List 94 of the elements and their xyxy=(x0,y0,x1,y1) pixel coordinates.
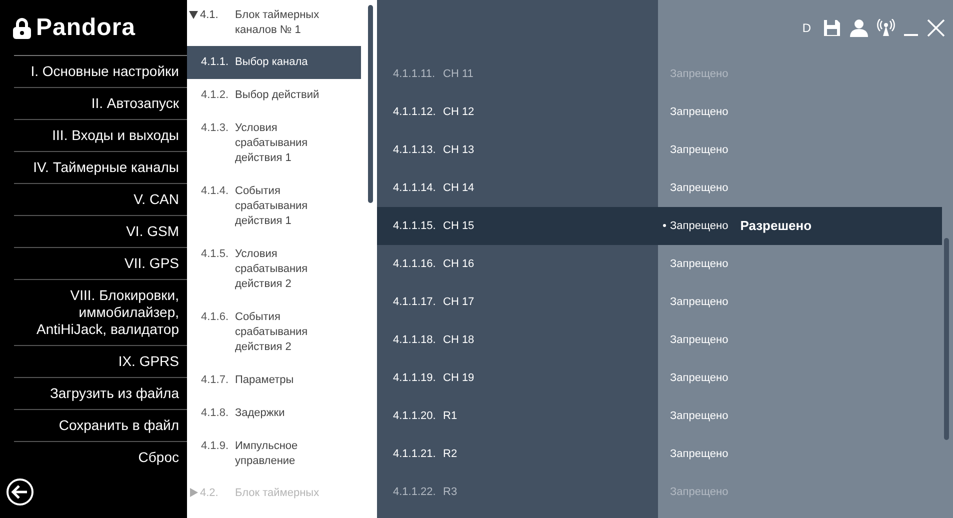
scrollbar[interactable] xyxy=(944,238,949,440)
channel-value: Запрещено xyxy=(670,66,728,82)
channel-name: CH 11 xyxy=(443,66,474,82)
tree-item-label: Импульсное управление xyxy=(235,439,299,469)
tree-item-label: Условия срабатывания действия 1 xyxy=(235,121,309,166)
channel-number: 4.1.1.14. xyxy=(393,180,437,196)
tree-node-number: 4.2. xyxy=(200,486,218,501)
tree-item[interactable]: 4.1.8. Задержки xyxy=(187,397,361,430)
channel-number: 4.1.1.15. xyxy=(393,218,437,234)
channel-row[interactable]: 4.1.1.20. R1 Запрещено xyxy=(377,397,942,435)
channel-row[interactable]: 4.1.1.22. R3 Запрещено xyxy=(377,473,942,511)
antenna-icon[interactable] xyxy=(877,18,895,36)
channel-name: CH 16 xyxy=(443,256,476,272)
tree-item[interactable]: 4.1.6. События срабатывания действия 2 xyxy=(187,301,361,364)
channel-value: Запрещено xyxy=(670,180,728,196)
tree-item[interactable]: 4.1.3. Условия срабатывания действия 1 xyxy=(187,112,361,175)
close-icon[interactable] xyxy=(927,18,945,36)
tree-item-number: 4.1.5. xyxy=(201,247,230,262)
tree-node-label: Блок таймерных каналов № 1 xyxy=(235,8,320,38)
channel-value: Запрещено xyxy=(670,370,728,386)
channel-row[interactable]: 4.1.1.14. CH 14 Запрещено xyxy=(377,169,942,207)
tree-item-label: Выбор действий xyxy=(235,88,320,103)
channel-value: Запрещено xyxy=(670,142,728,158)
tree-item-number: 4.1.3. xyxy=(201,121,230,136)
tree-item[interactable]: 4.1.9. Импульсное управление xyxy=(187,430,361,478)
channel-number: 4.1.1.21. xyxy=(393,446,437,462)
channel-number: 4.1.1.11. xyxy=(393,66,436,82)
channel-name: R1 xyxy=(443,408,458,424)
tree-item-number: 4.1.9. xyxy=(201,439,230,454)
channel-number: 4.1.1.12. xyxy=(393,104,437,120)
mode-indicator: D xyxy=(802,20,811,36)
scrollbar[interactable] xyxy=(368,5,373,203)
back-icon[interactable] xyxy=(6,478,34,506)
tree-node[interactable]: 4.1. Блок таймерных каналов № 1 xyxy=(187,0,361,46)
channel-number: 4.1.1.19. xyxy=(393,370,437,386)
channel-number: 4.1.1.13. xyxy=(393,142,437,158)
channel-number: 4.1.1.22. xyxy=(393,484,437,500)
tree-item[interactable]: 4.1.7. Параметры xyxy=(187,364,361,397)
expanded-icon[interactable] xyxy=(189,10,198,19)
channel-row[interactable]: 4.1.1.15. CH 15 Запрещено Разрешено xyxy=(377,207,942,245)
channel-row[interactable]: 4.1.1.16. CH 16 Запрещено xyxy=(377,245,942,283)
user-icon[interactable] xyxy=(849,18,869,36)
value-option[interactable]: Разрешено xyxy=(740,216,812,236)
tree-item[interactable]: 4.1.1. Выбор канала xyxy=(187,46,361,79)
channel-name: CH 15 xyxy=(443,218,476,234)
channel-name: R2 xyxy=(443,446,458,462)
channel-name: CH 12 xyxy=(443,104,476,120)
brand-logo: Pandora xyxy=(36,12,136,42)
channel-row[interactable]: 4.1.1.21. R2 Запрещено xyxy=(377,435,942,473)
channel-value: Запрещено xyxy=(670,332,728,348)
tree-node-label: Блок таймерных xyxy=(235,486,320,501)
bullet-icon xyxy=(662,224,666,228)
channel-value: Запрещено xyxy=(670,446,728,462)
channel-row[interactable]: 4.1.1.13. CH 13 Запрещено xyxy=(377,131,942,169)
channel-row[interactable]: 4.1.1.17. CH 17 Запрещено xyxy=(377,283,942,321)
save-icon[interactable] xyxy=(823,18,841,36)
tree-item[interactable]: 4.1.4. События срабатывания действия 1 xyxy=(187,175,361,238)
tree-item-label: Выбор канала xyxy=(235,55,308,70)
channel-value: Запрещено xyxy=(670,294,728,310)
tree-item[interactable]: 4.1.2. Выбор действий xyxy=(187,79,361,112)
channel-value: Запрещено xyxy=(670,218,728,234)
channel-number: 4.1.1.18. xyxy=(393,332,437,348)
channel-row[interactable]: 4.1.1.18. CH 18 Запрещено xyxy=(377,321,942,359)
channel-name: CH 19 xyxy=(443,370,476,386)
channel-name: CH 18 xyxy=(443,332,476,348)
tree-item-label: События срабатывания действия 1 xyxy=(235,184,309,229)
channel-value: Запрещено xyxy=(670,256,728,272)
channel-number: 4.1.1.16. xyxy=(393,256,437,272)
tree-item-number: 4.1.2. xyxy=(201,88,230,103)
channel-name: CH 17 xyxy=(443,294,476,310)
channel-row[interactable]: 4.1.1.12. CH 12 Запрещено xyxy=(377,93,942,131)
collapsed-icon[interactable] xyxy=(189,488,198,497)
tree-item-number: 4.1.7. xyxy=(201,373,230,388)
tree-item-label: Условия срабатывания действия 2 xyxy=(235,247,309,292)
tree-item-label: Задержки xyxy=(235,406,285,421)
tree-item[interactable]: 4.1.5. Условия срабатывания действия 2 xyxy=(187,238,361,301)
channel-name: R3 xyxy=(443,484,458,500)
tree-item-label: Параметры xyxy=(235,373,294,388)
tree-item-number: 4.1.4. xyxy=(201,184,230,199)
channel-number: 4.1.1.17. xyxy=(393,294,437,310)
channel-row[interactable]: 4.1.1.11. CH 11 Запрещено xyxy=(377,55,942,93)
channel-number: 4.1.1.20. xyxy=(393,408,437,424)
tree-node-number: 4.1. xyxy=(200,8,218,23)
channel-value: Запрещено xyxy=(670,104,728,120)
channel-name: CH 14 xyxy=(443,180,476,196)
channel-name: CH 13 xyxy=(443,142,476,158)
padlock-icon xyxy=(12,16,32,38)
tree-item-number: 4.1.6. xyxy=(201,310,230,325)
channel-row[interactable]: 4.1.1.19. CH 19 Запрещено xyxy=(377,359,942,397)
channel-value: Запрещено xyxy=(670,484,728,500)
tree-item-label: События срабатывания действия 2 xyxy=(235,310,309,355)
tree-item-number: 4.1.8. xyxy=(201,406,230,421)
tree-item-number: 4.1.1. xyxy=(201,55,230,70)
channel-value: Запрещено xyxy=(670,408,728,424)
